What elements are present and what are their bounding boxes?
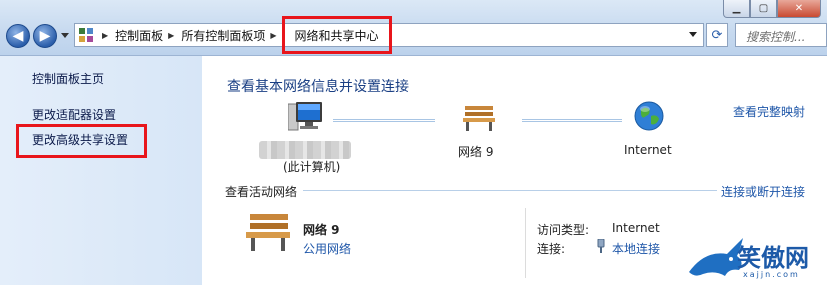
breadcrumb-network-sharing-center[interactable]: 网络和共享中心 <box>281 16 392 54</box>
globe-icon[interactable] <box>633 100 665 135</box>
computer-name-redacted <box>259 141 351 159</box>
refresh-button[interactable]: ⟳ <box>706 23 728 47</box>
active-networks-title: 查看活动网络 <box>225 185 298 199</box>
local-connection-link[interactable]: 本地连接 <box>612 240 660 257</box>
bench-network-icon[interactable] <box>461 104 497 135</box>
address-bar[interactable]: ▶ 控制面板 ▶ 所有控制面板项 ▶ 网络和共享中心 <box>74 16 704 54</box>
left-task-pane <box>0 56 202 285</box>
breadcrumb-separator-icon: ▶ <box>270 30 277 40</box>
minimize-button[interactable]: ▁ <box>723 0 750 18</box>
network-map-label: 网络 9 <box>458 145 494 159</box>
window-controls: ▁ ▢ ✕ <box>723 0 821 18</box>
watermark-text: 笑傲网 <box>737 244 809 272</box>
access-type-label: 访问类型: <box>537 223 590 237</box>
network-adapter-icon <box>596 238 606 256</box>
sidebar-item-control-panel-home[interactable]: 控制面板主页 <box>32 70 104 87</box>
internet-label: Internet <box>624 143 672 157</box>
search-input[interactable]: 搜索控制... <box>735 23 827 47</box>
section-divider <box>303 190 717 191</box>
breadcrumb-current-label: 网络和共享中心 <box>294 28 379 43</box>
watermark-logo: 笑傲网 xajjn.com <box>685 232 827 285</box>
connect-disconnect-link[interactable]: 连接或断开连接 <box>721 183 805 200</box>
connection-label: 连接: <box>537 242 566 256</box>
close-button[interactable]: ✕ <box>777 0 821 18</box>
connection-line <box>333 119 435 122</box>
highlight-annotation <box>16 124 147 158</box>
breadcrumb-separator-icon: ▶ <box>102 30 109 40</box>
computer-icon[interactable] <box>287 100 324 137</box>
forward-button[interactable]: ▶ <box>33 24 57 48</box>
view-full-map-link[interactable]: 查看完整映射 <box>733 103 805 120</box>
page-title: 查看基本网络信息并设置连接 <box>227 79 409 95</box>
computer-label: (此计算机) <box>283 160 341 174</box>
back-arrow-icon: ◀ <box>12 28 24 44</box>
vertical-divider <box>525 208 526 278</box>
refresh-icon: ⟳ <box>711 27 723 43</box>
connection-line <box>522 119 622 122</box>
control-panel-icon <box>75 24 97 46</box>
address-dropdown-icon[interactable] <box>689 32 697 37</box>
back-button[interactable]: ◀ <box>6 24 30 48</box>
forward-arrow-icon: ▶ <box>39 28 51 44</box>
window-chrome: ▁ ▢ ✕ ◀ ▶ ▶ 控制面板 ▶ 所有控制面板项 ▶ 网络和共享中心 ⟳ 搜… <box>0 0 827 56</box>
sidebar-item-change-adapter-settings[interactable]: 更改适配器设置 <box>32 106 116 123</box>
breadcrumb-all-items[interactable]: 所有控制面板项 <box>181 27 265 44</box>
network-type-link[interactable]: 公用网络 <box>303 240 351 257</box>
watermark-subtext: xajjn.com <box>743 270 800 279</box>
bench-network-icon <box>244 212 292 255</box>
maximize-button[interactable]: ▢ <box>750 0 777 18</box>
breadcrumb-separator-icon: ▶ <box>168 30 175 40</box>
breadcrumb-control-panel[interactable]: 控制面板 <box>115 27 163 44</box>
breadcrumb: ▶ 控制面板 ▶ 所有控制面板项 ▶ 网络和共享中心 <box>97 16 392 54</box>
active-network-name: 网络 9 <box>303 223 340 237</box>
history-dropdown-icon[interactable] <box>61 33 69 38</box>
access-type-value: Internet <box>612 221 660 235</box>
